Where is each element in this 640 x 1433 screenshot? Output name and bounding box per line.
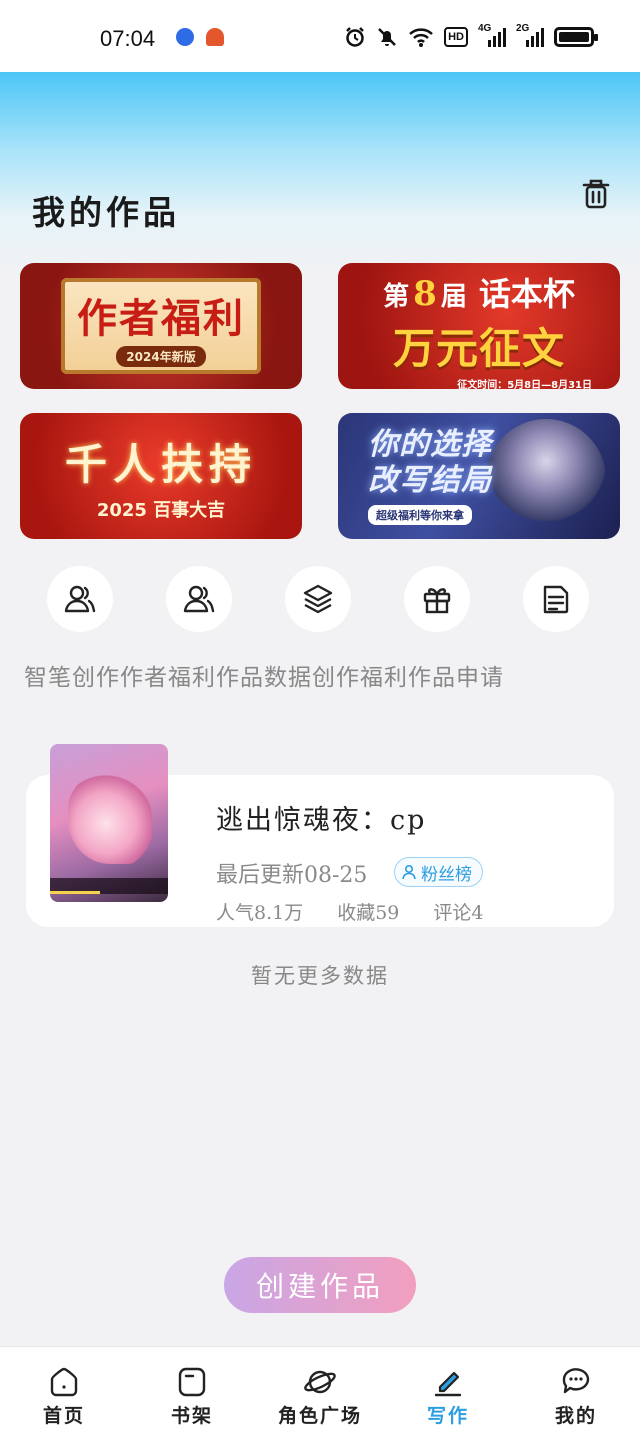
quick-action-author-welfare[interactable] [166, 566, 232, 632]
tab-label: 写作 [426, 1405, 469, 1427]
banner-title: 千人扶持 [64, 439, 257, 489]
list-end-text: 暂无更多数据 [251, 964, 389, 988]
signal-4g-label: 4G [478, 23, 492, 34]
battery-icon [554, 27, 598, 47]
work-stats: 人气8.1万 收藏59 评论4 [216, 898, 484, 925]
banner-essay-contest[interactable]: 第 8 届 话本杯 万元征文 征文时间：5月8日—8月31日 [338, 263, 620, 389]
favorites-count: 收藏59 [337, 902, 400, 924]
mute-icon [376, 26, 398, 48]
user-pen-icon [64, 585, 96, 613]
baidu-icon [176, 28, 194, 46]
hd-badge: HD [444, 27, 468, 47]
tab-bookshelf[interactable]: 书架 [128, 1347, 256, 1433]
bottom-tab-bar: 首页 书架 角色广场 写作 我的 [0, 1346, 640, 1433]
banner-contest-dates: 征文时间：5月8日—8月31日 [457, 380, 592, 389]
tab-character-square[interactable]: 角色广场 [256, 1347, 384, 1433]
create-work-button[interactable]: 创建作品 [224, 1257, 416, 1313]
status-time: 07:04 [100, 26, 156, 51]
page-title: 我的作品 [32, 193, 180, 232]
banner-contest-name: 话本杯 [478, 275, 575, 313]
quick-action-label: 智笔创作 [24, 665, 120, 691]
banner-contest-line1: 第 8 届 话本杯 [383, 269, 575, 315]
banner-support-program[interactable]: 千人扶持 2025 百事大吉 [20, 413, 302, 539]
quick-action-work-application[interactable] [523, 566, 589, 632]
wifi-icon [408, 26, 434, 48]
banner-contest-title: 万元征文 [392, 324, 565, 373]
tab-label: 书架 [170, 1405, 213, 1427]
pen-icon [431, 1365, 465, 1399]
work-cover-image[interactable] [50, 744, 168, 902]
trash-icon[interactable] [578, 176, 614, 212]
status-bar: 07:04 HD 4G 2G [0, 0, 640, 72]
users-icon [183, 585, 215, 613]
document-icon [543, 585, 569, 614]
layers-icon [303, 584, 333, 614]
banner-title: 作者福利 [77, 294, 245, 342]
banner-contest-suffix: 届 [440, 282, 467, 312]
quick-action-work-data[interactable] [285, 566, 351, 632]
tab-home[interactable]: 首页 [0, 1347, 128, 1433]
quick-action-label: 作品申请 [408, 665, 504, 691]
fans-rank-badge[interactable]: 粉丝榜 [394, 857, 483, 887]
home-icon [47, 1365, 81, 1399]
quick-action-creation-welfare[interactable] [404, 566, 470, 632]
cover-progress-bar [50, 891, 100, 894]
status-indicators: HD 4G 2G [344, 23, 598, 48]
comments-count: 评论4 [433, 902, 484, 924]
banner-title: 你的选择改写结局 [368, 427, 492, 498]
banner-subtitle: 2024年新版 [116, 345, 206, 367]
quick-action-label: 创作福利 [312, 665, 408, 691]
gift-icon [423, 588, 451, 614]
user-outline-icon [402, 864, 416, 880]
work-title: 逃出惊魂夜：cp [216, 805, 427, 836]
quick-action-label: 作者福利 [120, 665, 216, 691]
quick-action-labels: 智笔创作作者福利作品数据创作福利作品申请 [24, 658, 624, 692]
banner-scroll: 作者福利 2024年新版 [61, 278, 261, 374]
banner-contest-number: 8 [413, 274, 437, 314]
fans-rank-label: 粉丝榜 [421, 864, 472, 885]
tab-label: 我的 [554, 1405, 597, 1427]
bookshelf-icon [175, 1365, 209, 1399]
quick-actions [0, 566, 640, 636]
work-last-updated: 最后更新08-25 [216, 863, 368, 888]
signal-4g: 4G [478, 23, 506, 48]
tab-label: 首页 [42, 1405, 85, 1427]
signal-2g: 2G [516, 23, 544, 48]
popularity-count: 人气8.1万 [216, 902, 304, 924]
banner-contest-prefix: 第 [383, 282, 410, 312]
quick-action-label: 作品数据 [216, 665, 312, 691]
app-notification-icon [206, 28, 224, 46]
banner-author-welfare[interactable]: 作者福利 2024年新版 [20, 263, 302, 389]
signal-2g-label: 2G [516, 23, 530, 34]
planet-icon [303, 1365, 337, 1399]
banner-subtitle: 2025 百事大吉 [96, 499, 226, 521]
banner-choose-ending[interactable]: 你的选择改写结局 超级福利等你来拿 [338, 413, 620, 539]
quick-action-smart-writing[interactable] [47, 566, 113, 632]
banner-subtitle: 超级福利等你来拿 [368, 505, 472, 525]
alarm-icon [344, 26, 366, 48]
tab-mine[interactable]: 我的 [512, 1347, 640, 1433]
chat-icon [559, 1365, 593, 1399]
tab-label: 角色广场 [277, 1405, 362, 1427]
tab-writing[interactable]: 写作 [384, 1347, 512, 1433]
status-app-icons [176, 28, 224, 46]
